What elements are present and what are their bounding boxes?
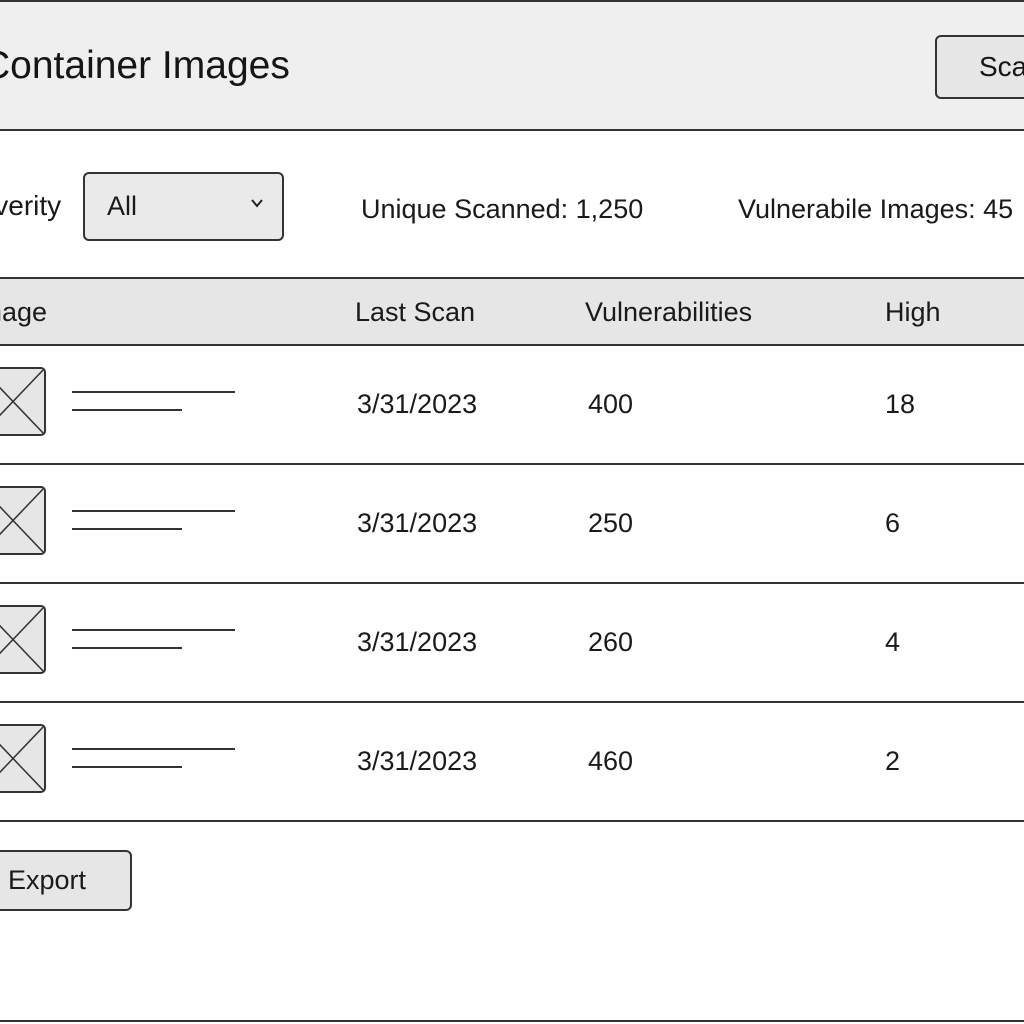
vulnerabilities-cell: 250 — [588, 508, 634, 538]
high-cell: 6 — [885, 508, 901, 538]
table-row[interactable]: 3/31/2023 250 6 — [0, 465, 1024, 584]
export-button[interactable]: Export — [0, 850, 132, 911]
image-tag-placeholder — [72, 766, 182, 768]
high-cell: 18 — [885, 389, 916, 419]
image-placeholder-icon — [0, 605, 46, 674]
column-header-image[interactable]: Image — [0, 297, 47, 328]
last-scan-cell: 3/31/2023 — [357, 508, 478, 538]
vulnerable-images-stat: Vulnerabile Images: 45 — [738, 194, 1014, 224]
table-row[interactable]: 3/31/2023 400 18 — [0, 346, 1024, 465]
unique-scanned-stat: Unique Scanned: 1,250 — [361, 194, 644, 224]
table-row[interactable]: 3/31/2023 260 4 — [0, 584, 1024, 703]
image-tag-placeholder — [72, 409, 182, 411]
vulnerabilities-cell: 400 — [588, 389, 634, 419]
image-tag-placeholder — [72, 647, 182, 649]
scan-button[interactable]: Scan — [935, 35, 1024, 99]
image-tag-placeholder — [72, 528, 182, 530]
severity-filter-label: Severity — [0, 190, 62, 221]
image-name-placeholder — [72, 748, 235, 750]
image-placeholder-icon — [0, 486, 46, 555]
page-header: Container Images Scan — [0, 2, 1024, 131]
image-name-placeholder — [72, 391, 235, 393]
vulnerabilities-cell: 260 — [588, 627, 634, 657]
image-name-placeholder — [72, 510, 235, 512]
last-scan-cell: 3/31/2023 — [357, 746, 478, 776]
severity-select-value: All — [107, 191, 138, 221]
column-header-last-scan[interactable]: Last Scan — [355, 297, 475, 328]
column-header-high[interactable]: High — [885, 297, 941, 328]
table-header: Image Last Scan Vulnerabilities High — [0, 277, 1024, 346]
column-header-vulnerabilities[interactable]: Vulnerabilities — [585, 297, 752, 328]
image-name-placeholder — [72, 629, 235, 631]
severity-select[interactable]: All — [83, 172, 284, 241]
vulnerabilities-cell: 460 — [588, 746, 634, 776]
last-scan-cell: 3/31/2023 — [357, 627, 478, 657]
image-placeholder-icon — [0, 367, 46, 436]
page-title: Container Images — [0, 44, 290, 87]
chevron-down-icon — [251, 199, 263, 208]
high-cell: 2 — [885, 746, 901, 776]
image-placeholder-icon — [0, 724, 46, 793]
table-row[interactable]: 3/31/2023 460 2 — [0, 703, 1024, 822]
high-cell: 4 — [885, 627, 901, 657]
last-scan-cell: 3/31/2023 — [357, 389, 478, 419]
